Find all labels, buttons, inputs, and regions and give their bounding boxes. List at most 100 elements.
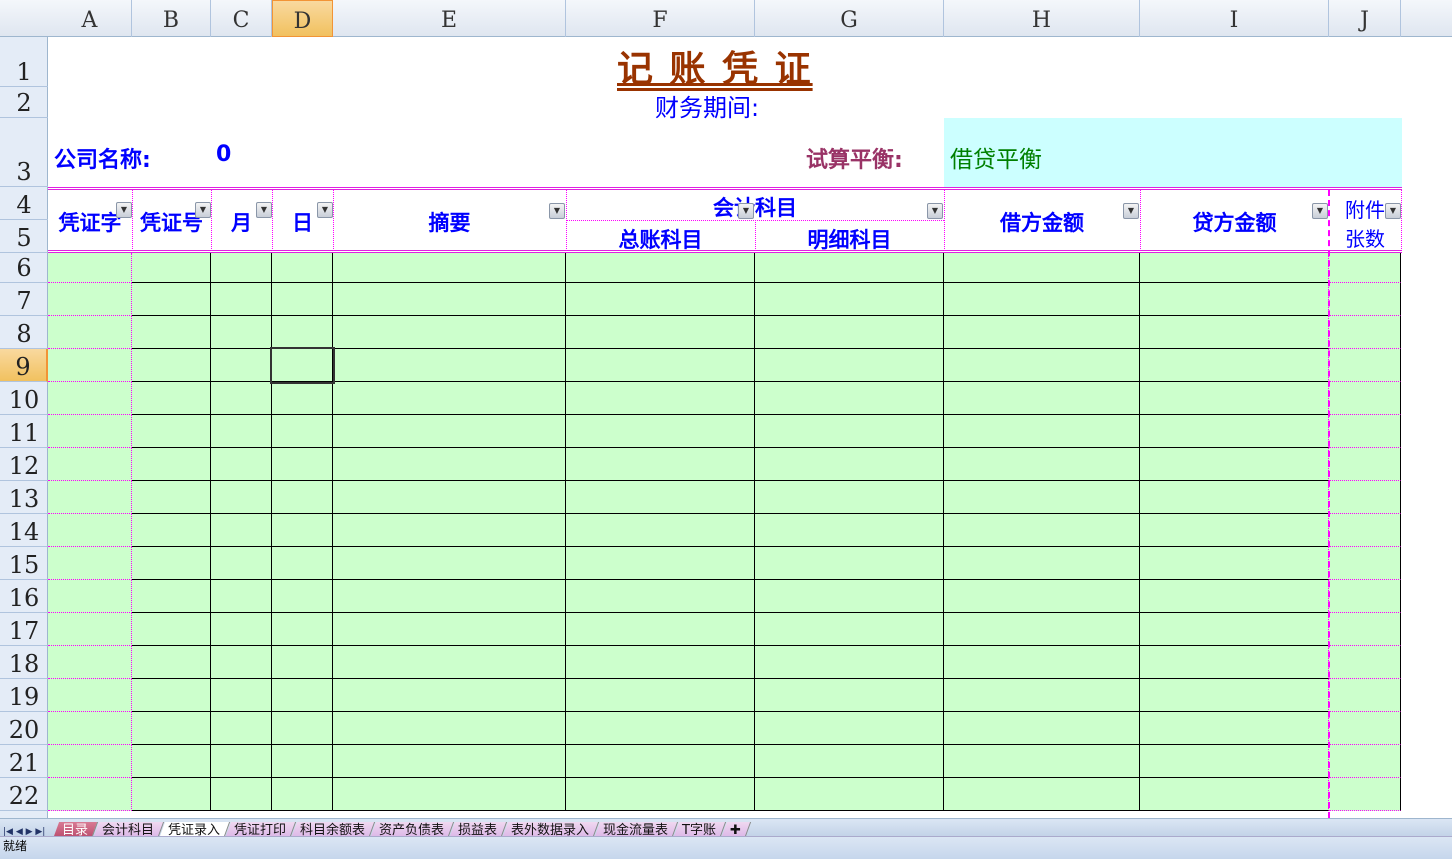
row-header-1[interactable]: 1 <box>0 37 48 87</box>
cell-G17[interactable] <box>755 613 944 646</box>
cell-D10[interactable] <box>272 382 333 415</box>
cell-F7[interactable] <box>566 283 755 316</box>
cell-B13[interactable] <box>132 481 211 514</box>
cell-J10[interactable] <box>1329 382 1401 415</box>
cell-J8[interactable] <box>1329 316 1401 349</box>
cell-F19[interactable] <box>566 679 755 712</box>
cell-G20[interactable] <box>755 712 944 745</box>
cell-B9[interactable] <box>132 349 211 382</box>
cell-A19[interactable] <box>48 679 132 712</box>
cell-A11[interactable] <box>48 415 132 448</box>
cell-G16[interactable] <box>755 580 944 613</box>
cell-I10[interactable] <box>1140 382 1329 415</box>
filter-dropdown-icon[interactable]: ▼ <box>195 202 211 218</box>
cell-B22[interactable] <box>132 778 211 811</box>
cell-D19[interactable] <box>272 679 333 712</box>
cell-G7[interactable] <box>755 283 944 316</box>
cell-C18[interactable] <box>211 646 272 679</box>
row-header-11[interactable]: 11 <box>0 415 48 448</box>
cell-I21[interactable] <box>1140 745 1329 778</box>
cell-H7[interactable] <box>944 283 1140 316</box>
cell-A13[interactable] <box>48 481 132 514</box>
row-header-3[interactable]: 3 <box>0 118 48 187</box>
cell-A8[interactable] <box>48 316 132 349</box>
row-header-19[interactable]: 19 <box>0 679 48 712</box>
cell-C9[interactable] <box>211 349 272 382</box>
cell-D20[interactable] <box>272 712 333 745</box>
cell-A14[interactable] <box>48 514 132 547</box>
column-header-F[interactable]: F <box>566 0 755 37</box>
cell-E12[interactable] <box>333 448 566 481</box>
cell-J11[interactable] <box>1329 415 1401 448</box>
cell-D13[interactable] <box>272 481 333 514</box>
cell-C14[interactable] <box>211 514 272 547</box>
filter-dropdown-icon[interactable]: ▼ <box>317 202 333 218</box>
column-header-E[interactable]: E <box>333 0 566 37</box>
column-header-C[interactable]: C <box>211 0 272 37</box>
row-header-4[interactable]: 4 <box>0 187 48 220</box>
cell-E6[interactable] <box>333 253 566 283</box>
cell-F16[interactable] <box>566 580 755 613</box>
cell-A17[interactable] <box>48 613 132 646</box>
cell-J18[interactable] <box>1329 646 1401 679</box>
row-header-22[interactable]: 22 <box>0 778 48 811</box>
cell-E9[interactable] <box>333 349 566 382</box>
cell-C21[interactable] <box>211 745 272 778</box>
cell-E8[interactable] <box>333 316 566 349</box>
cell-G6[interactable] <box>755 253 944 283</box>
cell-G9[interactable] <box>755 349 944 382</box>
cell-A6[interactable] <box>48 253 132 283</box>
cell-I18[interactable] <box>1140 646 1329 679</box>
balance-cell[interactable]: 借贷平衡 <box>944 118 1402 187</box>
cell-E11[interactable] <box>333 415 566 448</box>
cell-H17[interactable] <box>944 613 1140 646</box>
cell-H9[interactable] <box>944 349 1140 382</box>
cell-J21[interactable] <box>1329 745 1401 778</box>
cell-C16[interactable] <box>211 580 272 613</box>
cell-A18[interactable] <box>48 646 132 679</box>
column-header-H[interactable]: H <box>944 0 1140 37</box>
cell-G10[interactable] <box>755 382 944 415</box>
cell-E7[interactable] <box>333 283 566 316</box>
cell-A16[interactable] <box>48 580 132 613</box>
row-header-9[interactable]: 9 <box>0 349 48 382</box>
cell-I20[interactable] <box>1140 712 1329 745</box>
cell-H12[interactable] <box>944 448 1140 481</box>
cell-D21[interactable] <box>272 745 333 778</box>
filter-dropdown-icon[interactable]: ▼ <box>116 202 132 218</box>
cell-J6[interactable] <box>1329 253 1401 283</box>
cell-A10[interactable] <box>48 382 132 415</box>
cell-J22[interactable] <box>1329 778 1401 811</box>
cell-H6[interactable] <box>944 253 1140 283</box>
cell-G22[interactable] <box>755 778 944 811</box>
cell-F22[interactable] <box>566 778 755 811</box>
cell-D14[interactable] <box>272 514 333 547</box>
cell-H11[interactable] <box>944 415 1140 448</box>
row-header-15[interactable]: 15 <box>0 547 48 580</box>
cell-H19[interactable] <box>944 679 1140 712</box>
cell-E16[interactable] <box>333 580 566 613</box>
cell-E13[interactable] <box>333 481 566 514</box>
cell-B16[interactable] <box>132 580 211 613</box>
cell-B19[interactable] <box>132 679 211 712</box>
filter-dropdown-icon[interactable]: ▼ <box>738 203 754 219</box>
cell-F21[interactable] <box>566 745 755 778</box>
cell-E18[interactable] <box>333 646 566 679</box>
cell-H16[interactable] <box>944 580 1140 613</box>
column-header-J[interactable]: J <box>1329 0 1401 37</box>
cell-B21[interactable] <box>132 745 211 778</box>
cell-H13[interactable] <box>944 481 1140 514</box>
cell-F10[interactable] <box>566 382 755 415</box>
cell-I8[interactable] <box>1140 316 1329 349</box>
cell-J17[interactable] <box>1329 613 1401 646</box>
cell-I16[interactable] <box>1140 580 1329 613</box>
cell-J13[interactable] <box>1329 481 1401 514</box>
cell-F12[interactable] <box>566 448 755 481</box>
cell-D22[interactable] <box>272 778 333 811</box>
row-header-8[interactable]: 8 <box>0 316 48 349</box>
cell-G11[interactable] <box>755 415 944 448</box>
cell-H14[interactable] <box>944 514 1140 547</box>
cell-A9[interactable] <box>48 349 132 382</box>
cell-H10[interactable] <box>944 382 1140 415</box>
cell-J14[interactable] <box>1329 514 1401 547</box>
